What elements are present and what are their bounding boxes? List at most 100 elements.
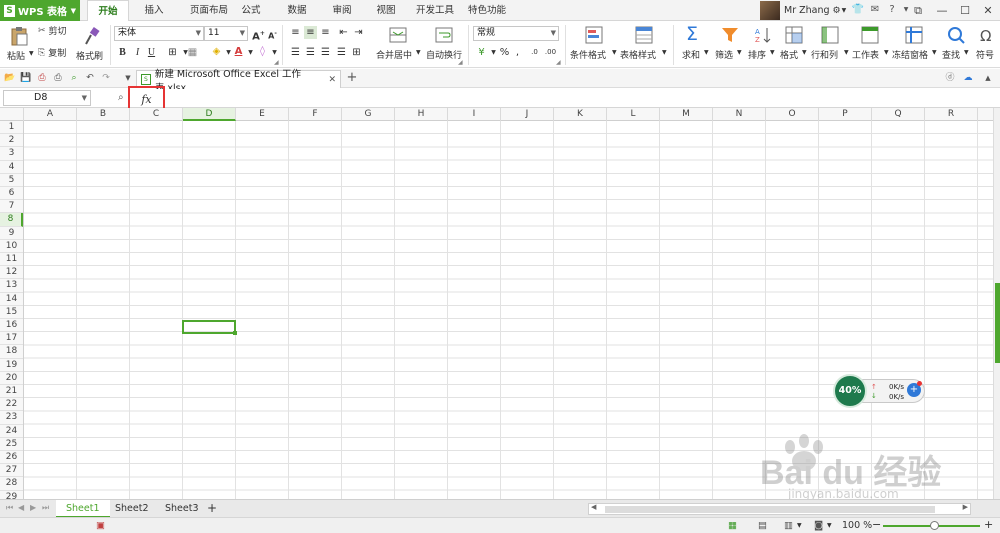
cut-button[interactable]: ✂ 剪切 bbox=[38, 24, 67, 38]
help-icon[interactable]: ? bbox=[885, 3, 899, 17]
row-header[interactable]: 20 bbox=[0, 372, 23, 385]
column-header[interactable]: O bbox=[766, 108, 819, 121]
window-restore-icon[interactable]: ⧉ bbox=[906, 0, 930, 21]
align-right-icon[interactable]: ☰ bbox=[319, 46, 332, 59]
reading-mode-icon[interactable]: ◙ bbox=[814, 520, 823, 531]
row-header[interactable]: 19 bbox=[0, 359, 23, 372]
column-header[interactable]: G bbox=[342, 108, 395, 121]
minimize-icon[interactable]: — bbox=[930, 0, 954, 21]
formula-input[interactable] bbox=[166, 90, 1000, 107]
column-header[interactable]: I bbox=[448, 108, 501, 121]
column-header[interactable]: F bbox=[289, 108, 342, 121]
format-painter-button[interactable]: 格式刷 bbox=[76, 23, 106, 65]
row-header[interactable]: 8 bbox=[0, 213, 23, 227]
chat-icon[interactable]: ✉ bbox=[868, 3, 882, 17]
copy-button[interactable]: ⎘ 复制 bbox=[38, 46, 66, 60]
row-header[interactable]: 16 bbox=[0, 319, 23, 333]
font-name-select[interactable]: 宋体 ▼ bbox=[114, 26, 204, 41]
find-button[interactable]: 查找 ▼ bbox=[940, 23, 974, 65]
number-dialog-launcher-icon[interactable]: ◢ bbox=[556, 59, 561, 66]
bold-button[interactable]: B bbox=[116, 46, 129, 59]
justify-icon[interactable]: ☰ bbox=[335, 46, 348, 59]
conditional-format-button[interactable]: 条件格式 ▼ bbox=[570, 23, 618, 65]
column-header[interactable]: B bbox=[77, 108, 130, 121]
scroll-right-icon[interactable]: ▶ bbox=[963, 503, 968, 511]
macro-record-icon[interactable]: ▣ bbox=[96, 520, 105, 531]
tab-view[interactable]: 视图 bbox=[371, 0, 401, 21]
sheet-tab-sheet3[interactable]: Sheet3 bbox=[155, 500, 209, 518]
border-icon[interactable]: ⊞ bbox=[166, 46, 179, 59]
row-header[interactable]: 5 bbox=[0, 174, 23, 187]
filter-button[interactable]: 筛选 ▼ bbox=[712, 23, 746, 65]
row-header[interactable]: 11 bbox=[0, 253, 23, 267]
normal-view-icon[interactable]: ▦ bbox=[728, 520, 737, 531]
tab-special[interactable]: 特色功能 bbox=[464, 0, 510, 21]
column-header[interactable]: H bbox=[395, 108, 448, 121]
redo-icon[interactable]: ↷ bbox=[100, 72, 112, 84]
scrollbar-thumb[interactable] bbox=[995, 283, 1000, 363]
row-header[interactable]: 24 bbox=[0, 425, 23, 438]
row-header[interactable]: 15 bbox=[0, 306, 23, 319]
percent-button[interactable]: % bbox=[498, 46, 511, 59]
merge-center-button[interactable]: 合并居中 ▼ bbox=[374, 23, 422, 65]
sum-button[interactable]: Σ 求和 ▼ bbox=[678, 23, 712, 65]
zoom-slider[interactable] bbox=[883, 521, 980, 530]
tab-formulas[interactable]: 公式 bbox=[236, 0, 266, 21]
rows-cols-button[interactable]: 行和列 ▼ bbox=[810, 23, 850, 65]
column-header[interactable]: A bbox=[24, 108, 77, 121]
tab-home[interactable]: 开始 bbox=[87, 0, 129, 22]
row-header[interactable]: 10 bbox=[0, 240, 23, 253]
row-header[interactable]: 21 bbox=[0, 385, 23, 399]
tab-review[interactable]: 审阅 bbox=[327, 0, 357, 21]
shirt-skin-icon[interactable]: 👕 bbox=[851, 3, 865, 17]
zoom-lookup-icon[interactable]: ⌕ bbox=[118, 92, 124, 103]
row-header[interactable]: 28 bbox=[0, 477, 23, 491]
align-top-icon[interactable]: ≡ bbox=[289, 26, 302, 39]
comma-style-icon[interactable]: , bbox=[511, 46, 524, 59]
user-account[interactable]: Mr Zhang ⚙ ▼ bbox=[760, 0, 846, 21]
chevron-down-icon[interactable]: ▼ bbox=[122, 72, 134, 84]
distributed-icon[interactable]: ⊞ bbox=[350, 46, 363, 59]
scrollbar-thumb[interactable] bbox=[605, 506, 935, 513]
indent-decrease-icon[interactable]: ⇤ bbox=[337, 26, 350, 39]
row-header[interactable]: 6 bbox=[0, 187, 23, 201]
increase-decimal-icon[interactable]: .0 bbox=[528, 46, 541, 59]
horizontal-scrollbar[interactable]: ◀ ▶ bbox=[588, 503, 971, 515]
align-center-icon[interactable]: ☰ bbox=[304, 46, 317, 59]
maximize-icon[interactable]: ☐ bbox=[953, 0, 977, 21]
row-header[interactable]: 9 bbox=[0, 227, 23, 240]
decrease-font-icon[interactable]: A- bbox=[266, 27, 279, 41]
next-sheet-icon[interactable]: ▶ bbox=[30, 503, 36, 512]
add-sheet-icon[interactable]: + bbox=[207, 501, 217, 515]
cell-style-icon[interactable]: ▦ bbox=[186, 46, 199, 59]
last-sheet-icon[interactable]: ⏭ bbox=[42, 503, 49, 513]
indent-increase-icon[interactable]: ⇥ bbox=[352, 26, 365, 39]
tab-developer[interactable]: 开发工具 bbox=[412, 0, 458, 21]
print-icon[interactable]: ⎙ bbox=[52, 72, 64, 84]
zoom-in-icon[interactable]: + bbox=[984, 518, 993, 531]
column-header[interactable]: D bbox=[183, 108, 236, 121]
align-left-icon[interactable]: ☰ bbox=[289, 46, 302, 59]
select-all-corner[interactable] bbox=[0, 108, 24, 121]
fill-handle[interactable] bbox=[233, 331, 237, 335]
active-cell[interactable] bbox=[182, 320, 237, 335]
column-header[interactable]: C bbox=[130, 108, 183, 121]
row-header[interactable]: 23 bbox=[0, 411, 23, 425]
column-header[interactable]: E bbox=[236, 108, 289, 121]
zoom-slider-knob[interactable] bbox=[930, 521, 939, 530]
sheet-tab-sheet2[interactable]: Sheet2 bbox=[105, 500, 159, 518]
row-header[interactable]: 22 bbox=[0, 398, 23, 412]
vertical-scrollbar[interactable] bbox=[993, 108, 1000, 499]
close-icon[interactable]: ✕ bbox=[976, 0, 1000, 21]
tab-page-layout[interactable]: 页面布局 bbox=[180, 0, 238, 21]
export-pdf-icon[interactable]: ⎙ bbox=[36, 72, 48, 84]
row-header[interactable]: 3 bbox=[0, 147, 23, 161]
row-header[interactable]: 17 bbox=[0, 332, 23, 346]
alignment-dialog-launcher-icon[interactable]: ◢ bbox=[458, 59, 463, 66]
column-header[interactable]: M bbox=[660, 108, 713, 121]
print-preview-icon[interactable]: ⌕ bbox=[68, 72, 80, 84]
align-middle-icon[interactable]: ≡ bbox=[304, 26, 317, 39]
align-bottom-icon[interactable]: ≡ bbox=[319, 26, 332, 39]
column-header[interactable]: P bbox=[819, 108, 872, 121]
tab-insert[interactable]: 插入 bbox=[134, 0, 174, 21]
